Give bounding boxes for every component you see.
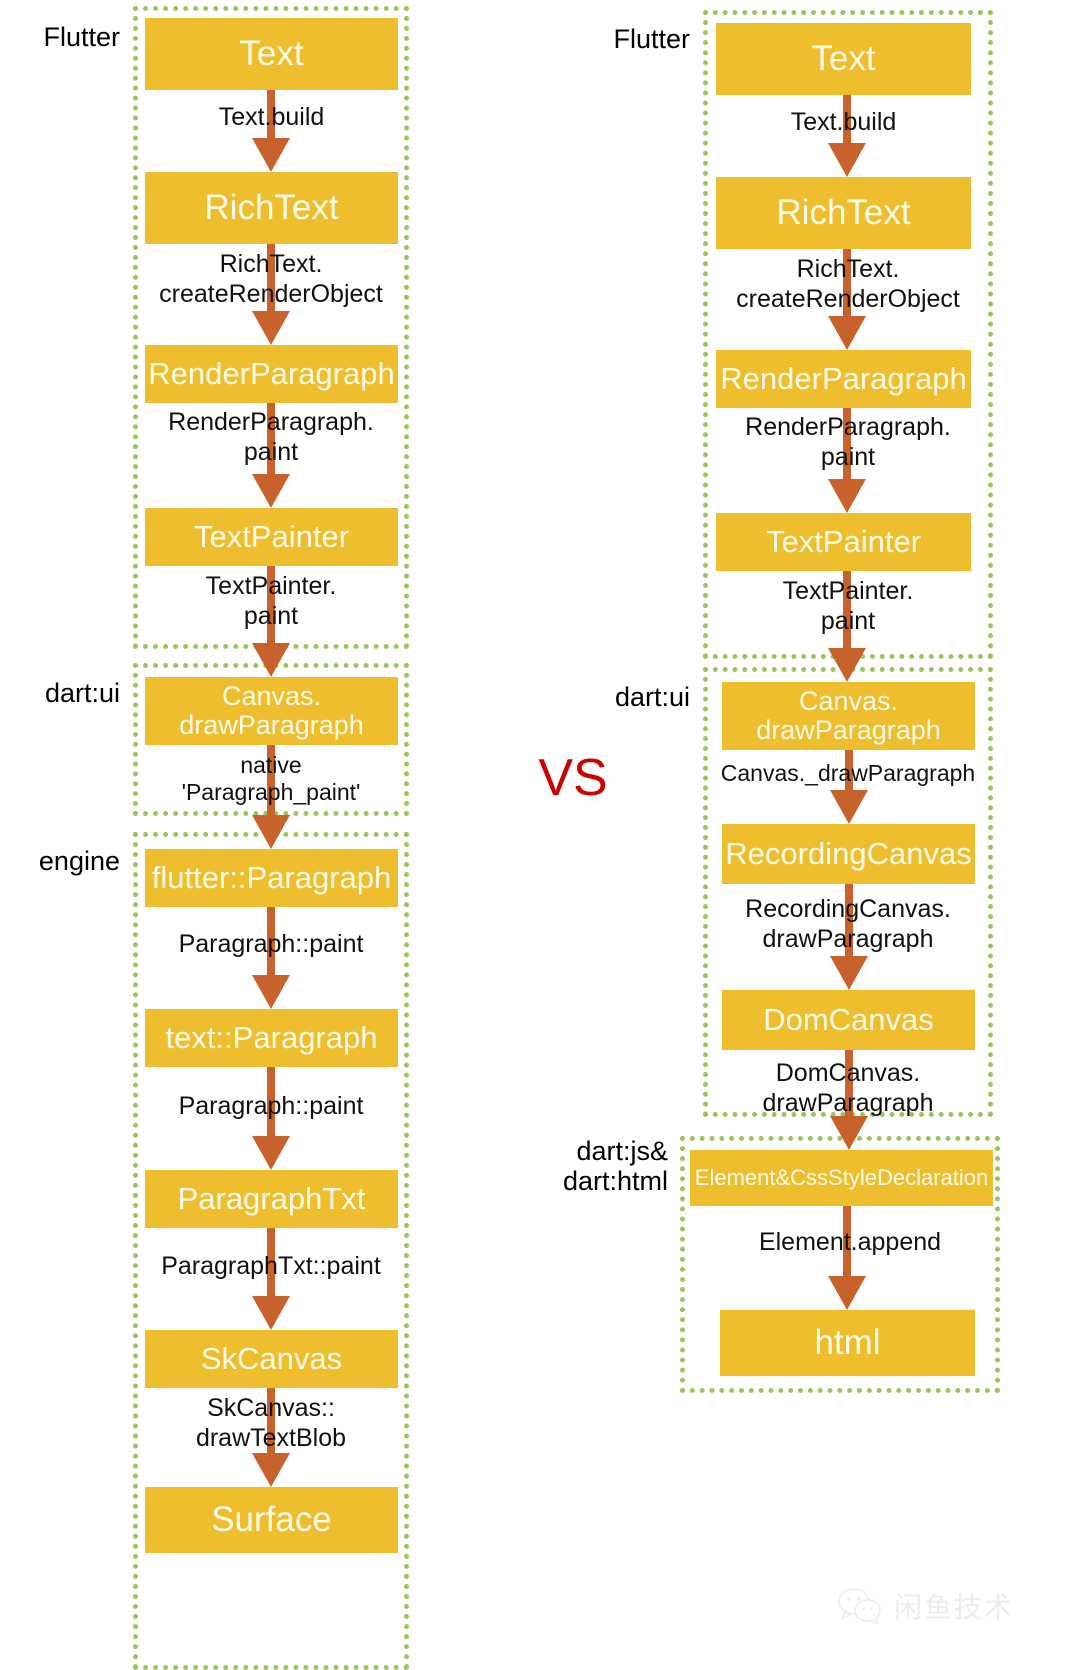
comparator-vs: VS [538, 749, 608, 807]
node-textpainter-left[interactable]: TextPainter [145, 508, 398, 566]
edge-label-text-build-right: Text.build [790, 108, 897, 136]
edge-label-renderparagraph-paint-right: RenderParagraph. paint [745, 413, 951, 471]
edge-label-domcanvas-drawparagraph-right: DomCanvas. drawParagraph [762, 1059, 934, 1117]
node-text-paragraph-left[interactable]: text::Paragraph [145, 1009, 398, 1067]
node-skcanvas-left[interactable]: SkCanvas [145, 1330, 398, 1388]
edge-label-paragraph-paint-2-left: Paragraph::paint [178, 1092, 364, 1120]
watermark: 闲鱼技术 [838, 1586, 1014, 1626]
right-group-flutter-label: Flutter [613, 24, 690, 54]
edge-label-canvas-drawparagraph-right: Canvas._drawParagraph [720, 760, 976, 786]
edge-label-skcanvas-drawtextblob-left: SkCanvas:: drawTextBlob [195, 1394, 347, 1452]
node-text-left[interactable]: Text [145, 18, 398, 90]
edge-label-native-paragraph-paint-left: native 'Paragraph_paint' [181, 752, 361, 806]
node-canvas-drawparagraph-left[interactable]: Canvas. drawParagraph [145, 677, 398, 745]
node-canvas-drawparagraph-right[interactable]: Canvas. drawParagraph [722, 682, 975, 750]
edge-label-createrenderobject-left: RichText. createRenderObject [159, 250, 383, 308]
edge-label-paragraph-paint-1-left: Paragraph::paint [178, 930, 364, 958]
left-group-dartui-label: dart:ui [44, 678, 120, 708]
node-renderparagraph-left[interactable]: RenderParagraph [145, 345, 398, 403]
node-flutter-paragraph-left[interactable]: flutter::Paragraph [145, 849, 398, 907]
watermark-text: 闲鱼技术 [894, 1592, 1015, 1623]
node-renderparagraph-right[interactable]: RenderParagraph [716, 350, 971, 408]
node-html-right[interactable]: html [720, 1310, 975, 1376]
node-richtext-left[interactable]: RichText [145, 172, 398, 244]
left-group-engine-label: engine [38, 846, 120, 876]
edge-label-renderparagraph-paint-left: RenderParagraph. paint [168, 408, 374, 466]
node-element-cssstyledeclaration-right[interactable]: Element&CssStyleDeclaration [690, 1150, 993, 1206]
node-textpainter-right[interactable]: TextPainter [716, 513, 971, 571]
left-group-flutter-label: Flutter [43, 22, 120, 52]
edge-label-paragraphtxt-paint-left: ParagraphTxt::paint [161, 1252, 381, 1280]
edge-label-textpainter-paint-left: TextPainter. paint [205, 572, 337, 630]
node-richtext-right[interactable]: RichText [716, 177, 971, 249]
edge-label-recordingcanvas-drawparagraph-right: RecordingCanvas. drawParagraph [745, 895, 951, 953]
edge-label-element-append-right: Element.append [758, 1228, 942, 1256]
node-surface-left[interactable]: Surface [145, 1487, 398, 1553]
edge-label-createrenderobject-right: RichText. createRenderObject [736, 255, 960, 313]
edge-label-textpainter-paint-right: TextPainter. paint [782, 577, 914, 635]
node-paragraphtxt-left[interactable]: ParagraphTxt [145, 1170, 398, 1228]
right-group-dartui-label: dart:ui [614, 682, 690, 712]
wechat-icon [838, 1588, 882, 1624]
node-text-right[interactable]: Text [716, 23, 971, 95]
right-group-dartjs-darthtml-label: dart:js& dart:html [562, 1136, 668, 1197]
node-recordingcanvas-right[interactable]: RecordingCanvas [722, 824, 975, 884]
edge-label-text-build-left: Text.build [218, 103, 325, 131]
node-domcanvas-right[interactable]: DomCanvas [722, 990, 975, 1050]
